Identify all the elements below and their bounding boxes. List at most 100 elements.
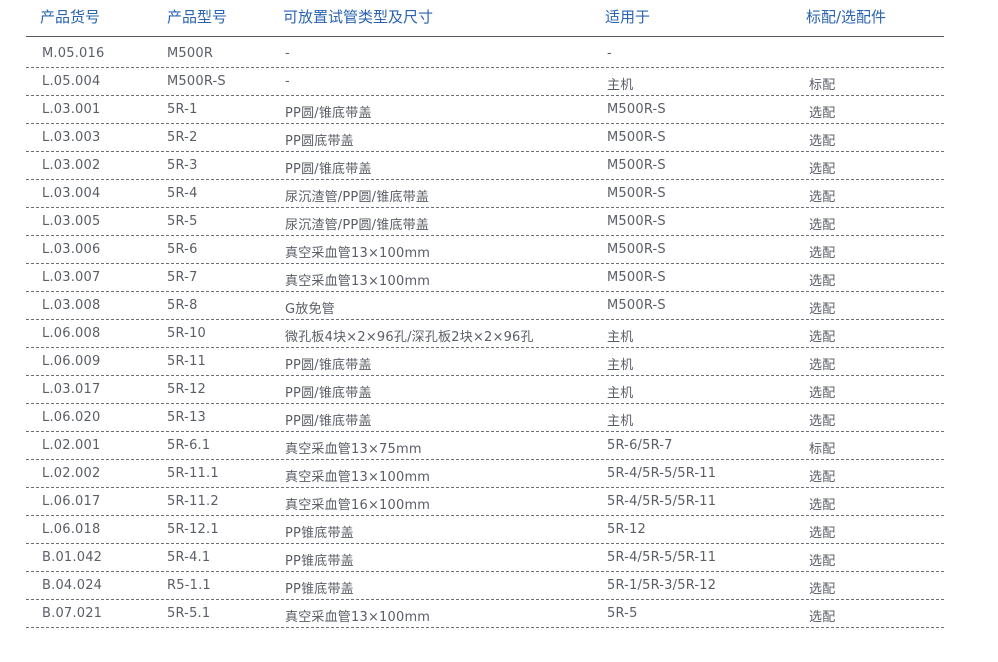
cell-product-code: L.02.001 xyxy=(42,438,101,453)
cell-product-model: 5R-10 xyxy=(167,326,207,341)
cell-standard-optional: 选配 xyxy=(809,470,836,485)
cell-standard-optional: 选配 xyxy=(809,498,836,513)
cell-tube-type-size: 尿沉渣管/PP圆/锥底带盖 xyxy=(285,190,430,205)
cell-product-model: R5-1.1 xyxy=(167,578,211,593)
cell-product-model: 5R-2 xyxy=(167,130,198,145)
table-row: L.03.017 5R-12 PP圆/锥底带盖 主机 选配 xyxy=(26,376,944,404)
cell-applies-to: 5R-4/5R-5/5R-11 xyxy=(607,466,717,481)
cell-standard-optional: 选配 xyxy=(809,274,836,289)
cell-product-code: L.03.002 xyxy=(42,158,101,173)
cell-tube-type-size: G放免管 xyxy=(285,302,335,317)
cell-standard-optional: 选配 xyxy=(809,218,836,233)
cell-product-model: 5R-4 xyxy=(167,186,198,201)
cell-tube-type-size: 真空采血管16×100mm xyxy=(285,498,431,513)
table-row: L.06.009 5R-11 PP圆/锥底带盖 主机 选配 xyxy=(26,348,944,376)
cell-applies-to: M500R-S xyxy=(607,298,666,313)
cell-product-code: L.03.017 xyxy=(42,382,101,397)
cell-standard-optional: 选配 xyxy=(809,246,836,261)
cell-product-code: B.04.024 xyxy=(42,578,103,593)
table-row: L.03.001 5R-1 PP圆/锥底带盖 M500R-S 选配 xyxy=(26,96,944,124)
cell-product-code: L.06.009 xyxy=(42,354,101,369)
cell-tube-type-size: PP圆/锥底带盖 xyxy=(285,358,372,373)
cell-applies-to: 5R-4/5R-5/5R-11 xyxy=(607,550,717,565)
cell-product-model: 5R-4.1 xyxy=(167,550,211,565)
cell-product-code: L.06.020 xyxy=(42,410,101,425)
cell-standard-optional: 选配 xyxy=(809,414,836,429)
table-row: L.06.020 5R-13 PP圆/锥底带盖 主机 选配 xyxy=(26,404,944,432)
cell-tube-type-size: PP圆/锥底带盖 xyxy=(285,414,372,429)
cell-applies-to: M500R-S xyxy=(607,270,666,285)
cell-standard-optional: 选配 xyxy=(809,582,836,597)
cell-product-model: 5R-12.1 xyxy=(167,522,219,537)
header-applies-to: 适用于 xyxy=(605,8,651,26)
cell-product-model: 5R-13 xyxy=(167,410,207,425)
cell-applies-to: M500R-S xyxy=(607,102,666,117)
cell-standard-optional: 选配 xyxy=(809,162,836,177)
cell-standard-optional: 选配 xyxy=(809,106,836,121)
cell-applies-to: 5R-1/5R-3/5R-12 xyxy=(607,578,717,593)
cell-applies-to: M500R-S xyxy=(607,186,666,201)
cell-product-model: 5R-6 xyxy=(167,242,198,257)
cell-product-model: 5R-3 xyxy=(167,158,198,173)
cell-product-model: 5R-5.1 xyxy=(167,606,211,621)
cell-tube-type-size: PP圆底带盖 xyxy=(285,134,354,149)
table-row: L.03.007 5R-7 真空采血管13×100mm M500R-S 选配 xyxy=(26,264,944,292)
cell-standard-optional: 标配 xyxy=(809,78,836,93)
cell-tube-type-size: 微孔板4块×2×96孔/深孔板2块×2×96孔 xyxy=(285,330,534,345)
cell-tube-type-size: PP锥底带盖 xyxy=(285,554,354,569)
cell-product-code: B.07.021 xyxy=(42,606,103,621)
cell-tube-type-size: PP锥底带盖 xyxy=(285,582,354,597)
cell-product-code: L.06.018 xyxy=(42,522,101,537)
cell-tube-type-size: 真空采血管13×100mm xyxy=(285,274,431,289)
cell-tube-type-size: 真空采血管13×100mm xyxy=(285,246,431,261)
table-row: L.06.008 5R-10 微孔板4块×2×96孔/深孔板2块×2×96孔 主机 选配 xyxy=(26,320,944,348)
cell-applies-to: M500R-S xyxy=(607,214,666,229)
cell-product-code: B.01.042 xyxy=(42,550,103,565)
table-row: B.04.024 R5-1.1 PP锥底带盖 5R-1/5R-3/5R-12 选配 xyxy=(26,572,944,600)
cell-standard-optional: 选配 xyxy=(809,190,836,205)
cell-applies-to: 主机 xyxy=(607,386,634,401)
cell-standard-optional: 选配 xyxy=(809,302,836,317)
cell-tube-type-size: PP圆/锥底带盖 xyxy=(285,386,372,401)
table-row: L.06.018 5R-12.1 PP锥底带盖 5R-12 选配 xyxy=(26,516,944,544)
cell-product-code: L.03.006 xyxy=(42,242,101,257)
table-row: L.02.002 5R-11.1 真空采血管13×100mm 5R-4/5R-5/5R… xyxy=(26,460,944,488)
cell-tube-type-size: - xyxy=(285,46,290,61)
cell-applies-to: 5R-4/5R-5/5R-11 xyxy=(607,494,717,509)
cell-applies-to: - xyxy=(607,46,612,61)
cell-tube-type-size: PP圆/锥底带盖 xyxy=(285,162,372,177)
cell-product-code: L.03.008 xyxy=(42,298,101,313)
cell-product-code: M.05.016 xyxy=(42,46,105,61)
table-row: L.05.004 M500R-S - 主机 标配 xyxy=(26,68,944,96)
cell-standard-optional: 选配 xyxy=(809,330,836,345)
cell-applies-to: 5R-12 xyxy=(607,522,647,537)
cell-product-model: 5R-5 xyxy=(167,214,198,229)
header-product-code: 产品货号 xyxy=(40,8,101,26)
cell-tube-type-size: PP圆/锥底带盖 xyxy=(285,106,372,121)
table-row: B.07.021 5R-5.1 真空采血管13×100mm 5R-5 选配 xyxy=(26,600,944,628)
cell-product-model: 5R-11.1 xyxy=(167,466,219,481)
cell-product-code: L.03.003 xyxy=(42,130,101,145)
table-row: L.03.004 5R-4 尿沉渣管/PP圆/锥底带盖 M500R-S 选配 xyxy=(26,180,944,208)
cell-applies-to: 主机 xyxy=(607,78,634,93)
table-row: L.03.008 5R-8 G放免管 M500R-S 选配 xyxy=(26,292,944,320)
cell-applies-to: 主机 xyxy=(607,330,634,345)
product-table: 产品货号 产品型号 可放置试管类型及尺寸 适用于 标配/选配件 M.05.016… xyxy=(26,0,944,628)
header-standard-optional: 标配/选配件 xyxy=(806,8,887,26)
cell-tube-type-size: 真空采血管13×100mm xyxy=(285,470,431,485)
cell-applies-to: 主机 xyxy=(607,358,634,373)
cell-standard-optional: 选配 xyxy=(809,526,836,541)
cell-product-code: L.03.004 xyxy=(42,186,101,201)
header-tube-type-size: 可放置试管类型及尺寸 xyxy=(283,8,434,26)
table-row: L.03.005 5R-5 尿沉渣管/PP圆/锥底带盖 M500R-S 选配 xyxy=(26,208,944,236)
cell-tube-type-size: - xyxy=(285,74,290,89)
cell-tube-type-size: 尿沉渣管/PP圆/锥底带盖 xyxy=(285,218,430,233)
cell-product-code: L.06.008 xyxy=(42,326,101,341)
cell-product-code: L.03.005 xyxy=(42,214,101,229)
cell-product-model: 5R-11 xyxy=(167,354,207,369)
cell-product-code: L.02.002 xyxy=(42,466,101,481)
cell-standard-optional: 选配 xyxy=(809,134,836,149)
header-product-model: 产品型号 xyxy=(167,8,228,26)
cell-product-model: 5R-12 xyxy=(167,382,207,397)
cell-product-model: 5R-6.1 xyxy=(167,438,211,453)
